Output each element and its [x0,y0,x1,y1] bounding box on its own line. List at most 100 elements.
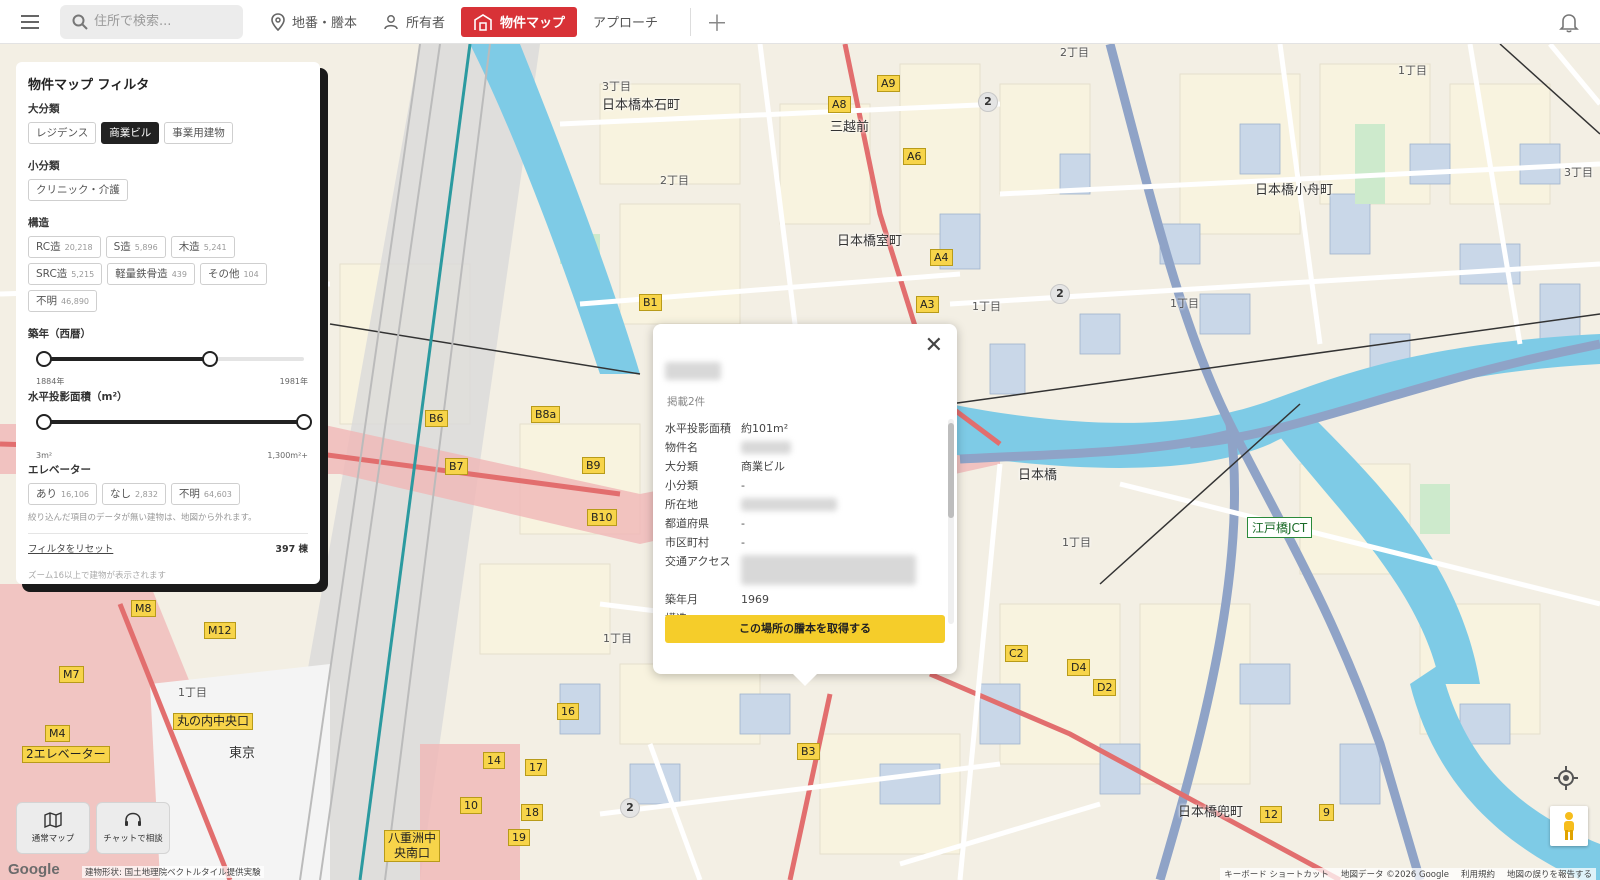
filter-note: 絞り込んだ項目のデータが無い建物は、地図から外れます。 [28,513,257,523]
station-exit-label: D2 [1093,679,1117,696]
nav-owner[interactable]: 所有者 [373,7,455,37]
detail-row: 小分類 - [665,476,945,495]
station-exit-label: 9 [1319,804,1334,821]
nav-lot-registry[interactable]: 地番・謄本 [261,7,367,37]
filter-panel-title: 物件マップ フィルタ [28,78,150,93]
nav-divider [690,7,692,36]
station-exit-label: 12 [1260,806,1282,823]
station-exit-label: A4 [930,249,953,266]
map-label-district: 1丁目 [1398,64,1427,77]
keyboard-shortcuts-link[interactable]: キーボード ショートカット [1224,868,1329,880]
slider-max-handle[interactable] [202,351,219,367]
filter-footer: フィルタをリセット 397 棟 [28,533,308,555]
map-label-district: 3丁目 [1564,166,1593,179]
chip-residence[interactable]: レジデンス [28,122,97,144]
nav-approach[interactable]: アプローチ [583,7,668,37]
detail-key: 小分類 [665,479,698,492]
hamburger-menu-button[interactable] [0,0,60,44]
zoom-hint: ズーム16以上で建物が表示されます [28,571,167,581]
filter-panel: 物件マップ フィルタ 大分類 レジデンス 商業ビル 事業用建物 小分類 クリニッ… [16,62,320,584]
slider-min-handle[interactable] [36,414,52,430]
redacted-value [741,441,791,454]
station-exit-label: B7 [445,458,468,475]
redacted-value [741,498,837,511]
property-details[interactable]: 水平投影面積 約101m² 物件名 大分類 商業ビル 小分類 - 所在地 都道府県 - … [665,419,945,627]
listing-count: 掲載2件 [667,396,706,408]
detail-row: 市区町村 - [665,533,945,552]
chip-src[interactable]: SRC造 5,215 [28,263,103,285]
build-year-slider[interactable] [36,347,304,371]
popup-scrollbar[interactable] [948,419,954,624]
top-bar: 地番・謄本 所有者 物件マップ アプローチ ＋ [0,0,1600,44]
chip-clinic-care[interactable]: クリニック・介護 [28,179,128,201]
minor-category-label: 小分類 [28,160,60,172]
detail-value: 1969 [741,593,769,606]
chip-label: 木造 [178,241,200,253]
chip-wood[interactable]: 木造 5,241 [170,236,235,258]
map-label-district: 1丁目 [972,300,1001,313]
chat-consult-button[interactable]: チャットで相談 [96,802,170,854]
building-cluster-marker[interactable]: 2 [620,798,640,818]
normal-map-label: 通常マップ [31,834,75,844]
chip-commercial-building[interactable]: 商業ビル [101,122,160,144]
map-data-credit: 地図データ ©2026 Google [1340,870,1449,880]
chip-label: RC造 [36,241,61,253]
station-exit-label: A6 [903,148,926,165]
nav-property-map[interactable]: 物件マップ [461,6,578,37]
my-location-icon[interactable] [1552,764,1580,792]
map-label-place: 日本橋兜町 [1178,805,1244,820]
station-exit-label: 18 [521,804,543,821]
slider-min-handle[interactable] [36,351,52,367]
chip-unknown[interactable]: 不明 46,890 [28,290,97,312]
slider-max-handle[interactable] [296,414,312,430]
map-label-district: 2丁目 [1060,46,1089,59]
range-min-label: 3m² [36,451,53,460]
scrollbar-thumb[interactable] [948,423,954,518]
close-popup-button[interactable]: ✕ [925,335,943,357]
building-cluster-marker[interactable]: 2 [978,92,998,112]
report-error-link[interactable]: 地図の誤りを報告する [1507,868,1592,880]
station-exit-label: B1 [639,294,662,311]
address-search[interactable] [60,4,243,39]
chip-business-building[interactable]: 事業用建物 [164,122,233,144]
build-year-label: 築年（西暦） [28,328,91,340]
elevator-label: エレベーター [28,464,91,476]
station-exit-label: M7 [59,666,84,683]
station-exit-label: B9 [582,457,605,474]
floor-area-slider[interactable] [36,410,312,434]
reset-filter-link[interactable]: フィルタをリセット [28,541,113,555]
chip-count: 16,106 [61,490,89,499]
chip-label: 軽量鉄骨造 [115,268,168,280]
notification-bell-icon[interactable] [1558,11,1580,33]
chip-label: その他 [207,268,240,280]
add-tab-button[interactable]: ＋ [705,6,729,38]
chip-s[interactable]: S造 5,896 [105,236,166,258]
station-exit-label: M8 [131,600,156,617]
detail-key: 交通アクセス [665,555,731,568]
map-label-place: 日本橋小舟町 [1255,183,1334,198]
building-cluster-marker[interactable]: 2 [1050,284,1070,304]
normal-map-button[interactable]: 通常マップ [16,802,90,854]
street-view-pegman-button[interactable] [1550,806,1588,846]
chip-label: SRC造 [36,268,68,280]
map-label-district: 3丁目 [602,80,631,93]
chip-rc[interactable]: RC造 20,218 [28,236,101,258]
chip-count: 5,215 [71,270,95,279]
chip-elevator-unknown[interactable]: 不明 64,603 [170,483,240,505]
map-label-exit: 丸の内中央口 [173,713,254,730]
chip-light-steel[interactable]: 軽量鉄骨造 439 [107,263,195,285]
map-footer-links: キーボード ショートカット 地図データ ©2026 Google 利用規約 地図… [1220,868,1596,880]
get-registry-button[interactable]: この場所の謄本を取得する [665,615,945,643]
station-exit-label: B3 [797,743,820,760]
building-data-attribution: 建物形状: 国土地理院ベクトルタイル提供実験 [82,866,264,878]
detail-value: - [741,536,745,549]
search-icon [72,14,88,30]
station-exit-label: A9 [877,75,900,92]
chip-elevator-no[interactable]: なし 2,832 [102,483,166,505]
terms-link[interactable]: 利用規約 [1461,868,1495,880]
structure-label: 構造 [28,217,49,229]
chip-elevator-yes[interactable]: あり 16,106 [28,483,97,505]
search-input[interactable] [94,14,234,29]
chip-other[interactable]: その他 104 [199,263,267,285]
station-exit-label: A8 [828,96,851,113]
